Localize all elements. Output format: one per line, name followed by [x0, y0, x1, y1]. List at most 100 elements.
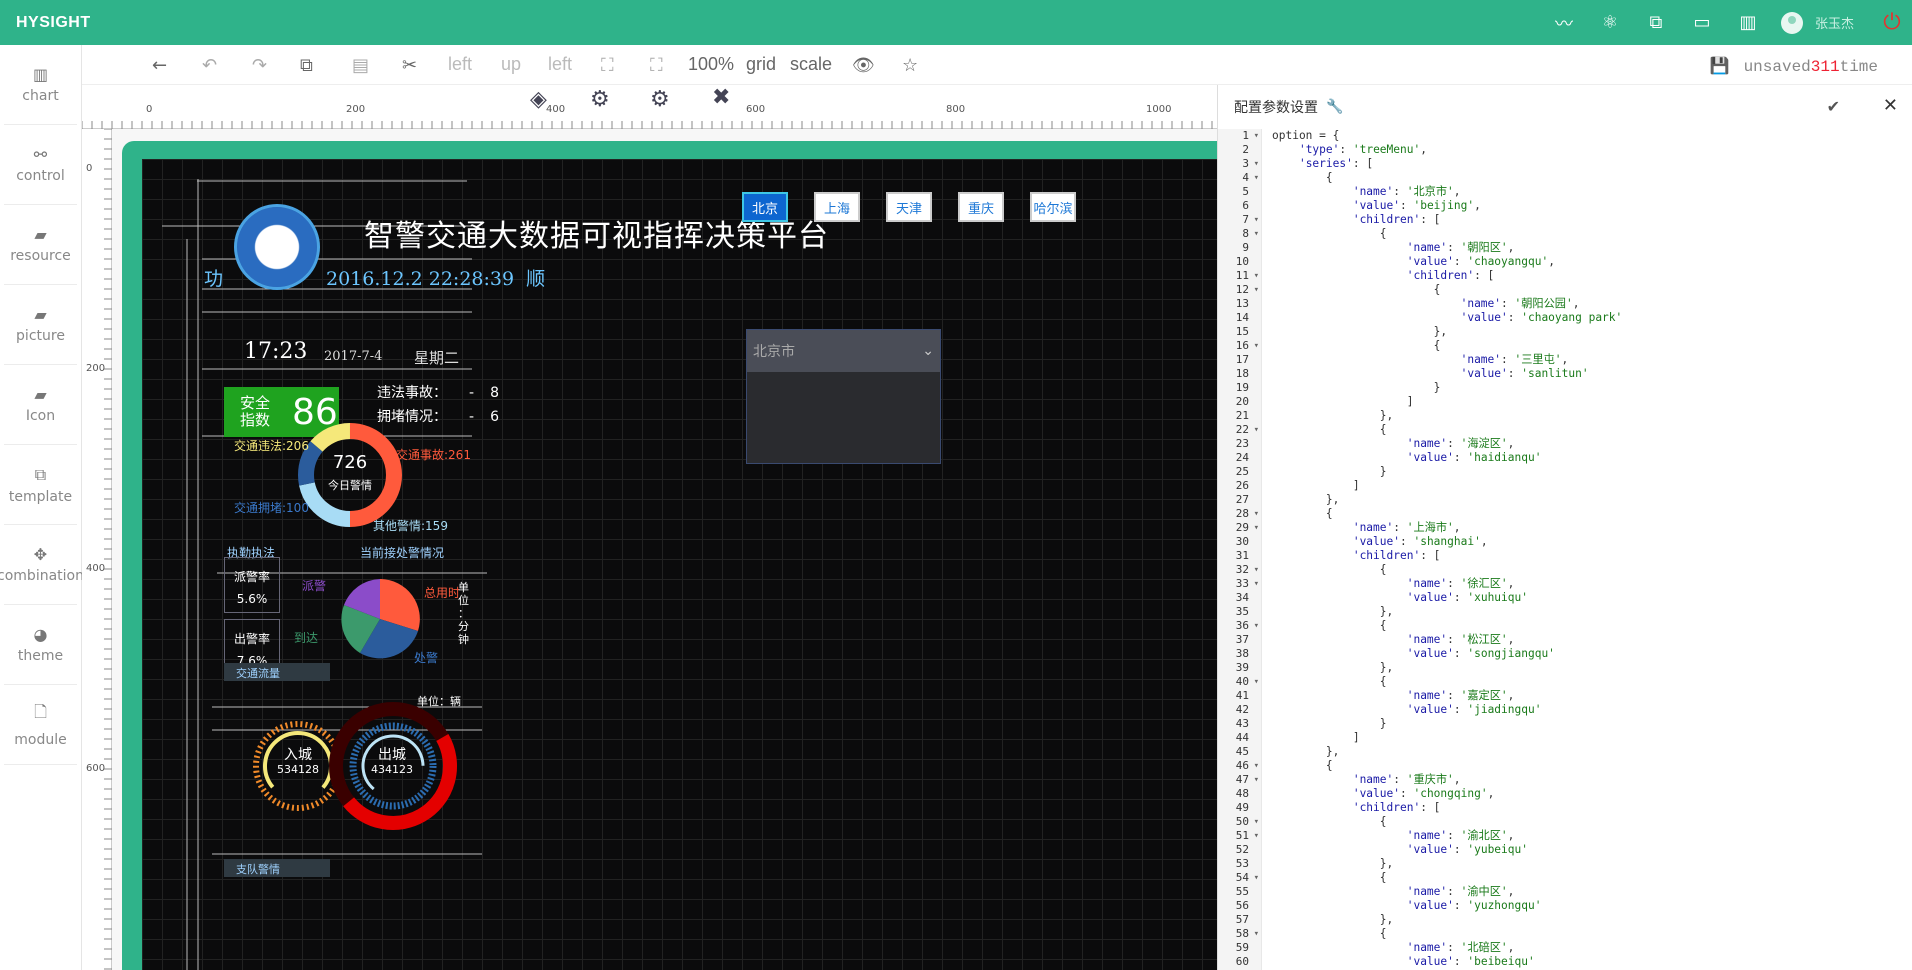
code-line[interactable]: { — [1272, 815, 1902, 829]
code-line[interactable]: { — [1272, 927, 1902, 941]
code-line[interactable]: 'value': 'songjiangqu' — [1272, 647, 1902, 661]
save-icon[interactable]: 💾 — [1710, 58, 1730, 76]
code-line[interactable]: 'name': '北京市', — [1272, 185, 1902, 199]
resize-icon[interactable]: ⛶ — [650, 55, 663, 76]
code-line[interactable]: 'value': 'sanlitun' — [1272, 367, 1902, 381]
code-line[interactable]: 'value': 'jiadingqu' — [1272, 703, 1902, 717]
confirm-icon[interactable]: ✔ — [1827, 97, 1840, 116]
code-line[interactable]: 'children': [ — [1272, 801, 1902, 815]
sidebar-item-control[interactable]: ⚯ control — [4, 125, 77, 205]
code-line[interactable]: 'value': 'chaoyang park' — [1272, 311, 1902, 325]
code-line[interactable]: 'value': 'beibeiqu' — [1272, 955, 1902, 969]
code-line[interactable]: { — [1272, 563, 1902, 577]
code-line[interactable]: 'name': '北碚区', — [1272, 941, 1902, 955]
city-tab[interactable]: 上海 — [814, 192, 860, 222]
dashboard-screen[interactable]: 智警交通大数据可视指挥决策平台 功 2016.12.2 22:28:39 顺 17:… — [142, 159, 1217, 970]
code-line[interactable]: 'value': 'chaoyangqu', — [1272, 255, 1902, 269]
code-area[interactable]: option = { 'type': 'treeMenu', 'series':… — [1272, 129, 1902, 969]
scale-toggle[interactable]: scale — [790, 54, 832, 75]
code-line[interactable]: 'value': 'haidianqu' — [1272, 451, 1902, 465]
city-tab[interactable]: 重庆 — [958, 192, 1004, 222]
sidebar-item-icon[interactable]: ▰ Icon — [4, 365, 77, 445]
code-line[interactable]: { — [1272, 423, 1902, 437]
power-icon[interactable]: ⏻ — [1872, 10, 1912, 35]
sidebar-item-picture[interactable]: ▰ picture — [4, 285, 77, 365]
atom-icon[interactable]: ⚛ — [1587, 0, 1633, 45]
sidebar-item-chart[interactable]: ▥ chart — [4, 45, 77, 125]
code-line[interactable]: ] — [1272, 479, 1902, 493]
design-canvas[interactable]: 智警交通大数据可视指挥决策平台 功 2016.12.2 22:28:39 顺 17:… — [112, 129, 1217, 970]
code-line[interactable]: }, — [1272, 605, 1902, 619]
close-icon[interactable]: ✖ — [712, 85, 730, 110]
chart-line-icon[interactable]: 〰 — [1541, 0, 1587, 45]
settings-icon[interactable]: ⚙ — [590, 87, 610, 112]
code-line[interactable]: 'value': 'shanghai', — [1272, 535, 1902, 549]
code-line[interactable]: 'value': 'xuhuiqu' — [1272, 591, 1902, 605]
zoom-level[interactable]: 100% — [688, 54, 734, 75]
code-line[interactable]: 'value': 'yuzhongqu' — [1272, 899, 1902, 913]
user-menu[interactable]: 张玉杰 — [1780, 11, 1854, 34]
code-line[interactable]: ] — [1272, 731, 1902, 745]
settings-alt-icon[interactable]: ⚙ — [650, 87, 670, 112]
code-editor[interactable]: 1234567891011121314151617181920212223242… — [1218, 129, 1912, 970]
sidebar-item-template[interactable]: ⧉ template — [4, 445, 77, 525]
code-line[interactable]: }, — [1272, 493, 1902, 507]
code-line[interactable]: { — [1272, 283, 1902, 297]
code-line[interactable]: { — [1272, 507, 1902, 521]
code-line[interactable]: }, — [1272, 913, 1902, 927]
code-line[interactable]: 'name': '徐汇区', — [1272, 577, 1902, 591]
code-line[interactable]: { — [1272, 619, 1902, 633]
code-line[interactable]: 'name': '松江区', — [1272, 633, 1902, 647]
align-left-2-button[interactable]: left — [548, 54, 572, 75]
code-line[interactable]: } — [1272, 465, 1902, 479]
code-line[interactable]: { — [1272, 227, 1902, 241]
code-line[interactable]: { — [1272, 871, 1902, 885]
code-line[interactable]: ] — [1272, 395, 1902, 409]
align-up-button[interactable]: up — [501, 54, 521, 75]
grid-toggle[interactable]: grid — [746, 54, 776, 75]
code-line[interactable]: 'name': '海淀区', — [1272, 437, 1902, 451]
code-line[interactable]: 'name': '重庆市', — [1272, 773, 1902, 787]
city-tab[interactable]: 哈尔滨 — [1030, 192, 1076, 222]
undo-icon[interactable]: ↶ — [202, 55, 217, 76]
share-icon[interactable]: ⧉ — [1633, 0, 1679, 45]
fit-icon[interactable]: ⛶ — [601, 55, 614, 76]
sidebar-item-module[interactable]: 🗋 module — [4, 685, 77, 765]
cut-icon[interactable]: ✂ — [402, 55, 417, 76]
code-line[interactable]: 'type': 'treeMenu', — [1272, 143, 1902, 157]
code-line[interactable]: 'value': 'beijing', — [1272, 199, 1902, 213]
code-line[interactable]: 'children': [ — [1272, 269, 1902, 283]
code-line[interactable]: { — [1272, 675, 1902, 689]
star-icon[interactable]: ☆ — [902, 55, 918, 76]
bar-chart-icon[interactable]: ▥ — [1725, 0, 1771, 45]
sidebar-item-combination[interactable]: ✥ combination — [0, 525, 84, 605]
city-tab[interactable]: 天津 — [886, 192, 932, 222]
code-line[interactable]: 'value': 'chongqing', — [1272, 787, 1902, 801]
code-line[interactable]: option = { — [1272, 129, 1902, 143]
paste-icon[interactable]: ▤ — [352, 55, 369, 76]
close-icon[interactable]: ✕ — [1883, 95, 1898, 116]
arrow-left-icon[interactable]: ← — [152, 55, 167, 76]
code-line[interactable]: 'series': [ — [1272, 157, 1902, 171]
dropdown-head[interactable]: 北京市 ⌄ — [747, 330, 940, 372]
monitor-icon[interactable]: ▭ — [1679, 0, 1725, 45]
sidebar-item-resource[interactable]: ▰ resource — [4, 205, 77, 285]
code-line[interactable]: } — [1272, 717, 1902, 731]
code-line[interactable]: 'name': '朝阳公园', — [1272, 297, 1902, 311]
city-tab[interactable]: 北京 — [742, 192, 788, 222]
code-line[interactable]: 'name': '渝中区', — [1272, 885, 1902, 899]
code-line[interactable]: }, — [1272, 325, 1902, 339]
code-line[interactable]: 'name': '嘉定区', — [1272, 689, 1902, 703]
code-line[interactable]: }, — [1272, 661, 1902, 675]
code-line[interactable]: { — [1272, 759, 1902, 773]
code-line[interactable]: 'name': '上海市', — [1272, 521, 1902, 535]
code-line[interactable]: 'children': [ — [1272, 213, 1902, 227]
align-left-button[interactable]: left — [448, 54, 472, 75]
copy-icon[interactable]: ⧉ — [300, 55, 313, 76]
code-line[interactable]: }, — [1272, 857, 1902, 871]
redo-icon[interactable]: ↷ — [252, 55, 267, 76]
code-line[interactable]: 'name': '渝北区', — [1272, 829, 1902, 843]
code-line[interactable]: }, — [1272, 409, 1902, 423]
code-line[interactable]: 'name': '三里屯', — [1272, 353, 1902, 367]
code-line[interactable]: 'children': [ — [1272, 549, 1902, 563]
